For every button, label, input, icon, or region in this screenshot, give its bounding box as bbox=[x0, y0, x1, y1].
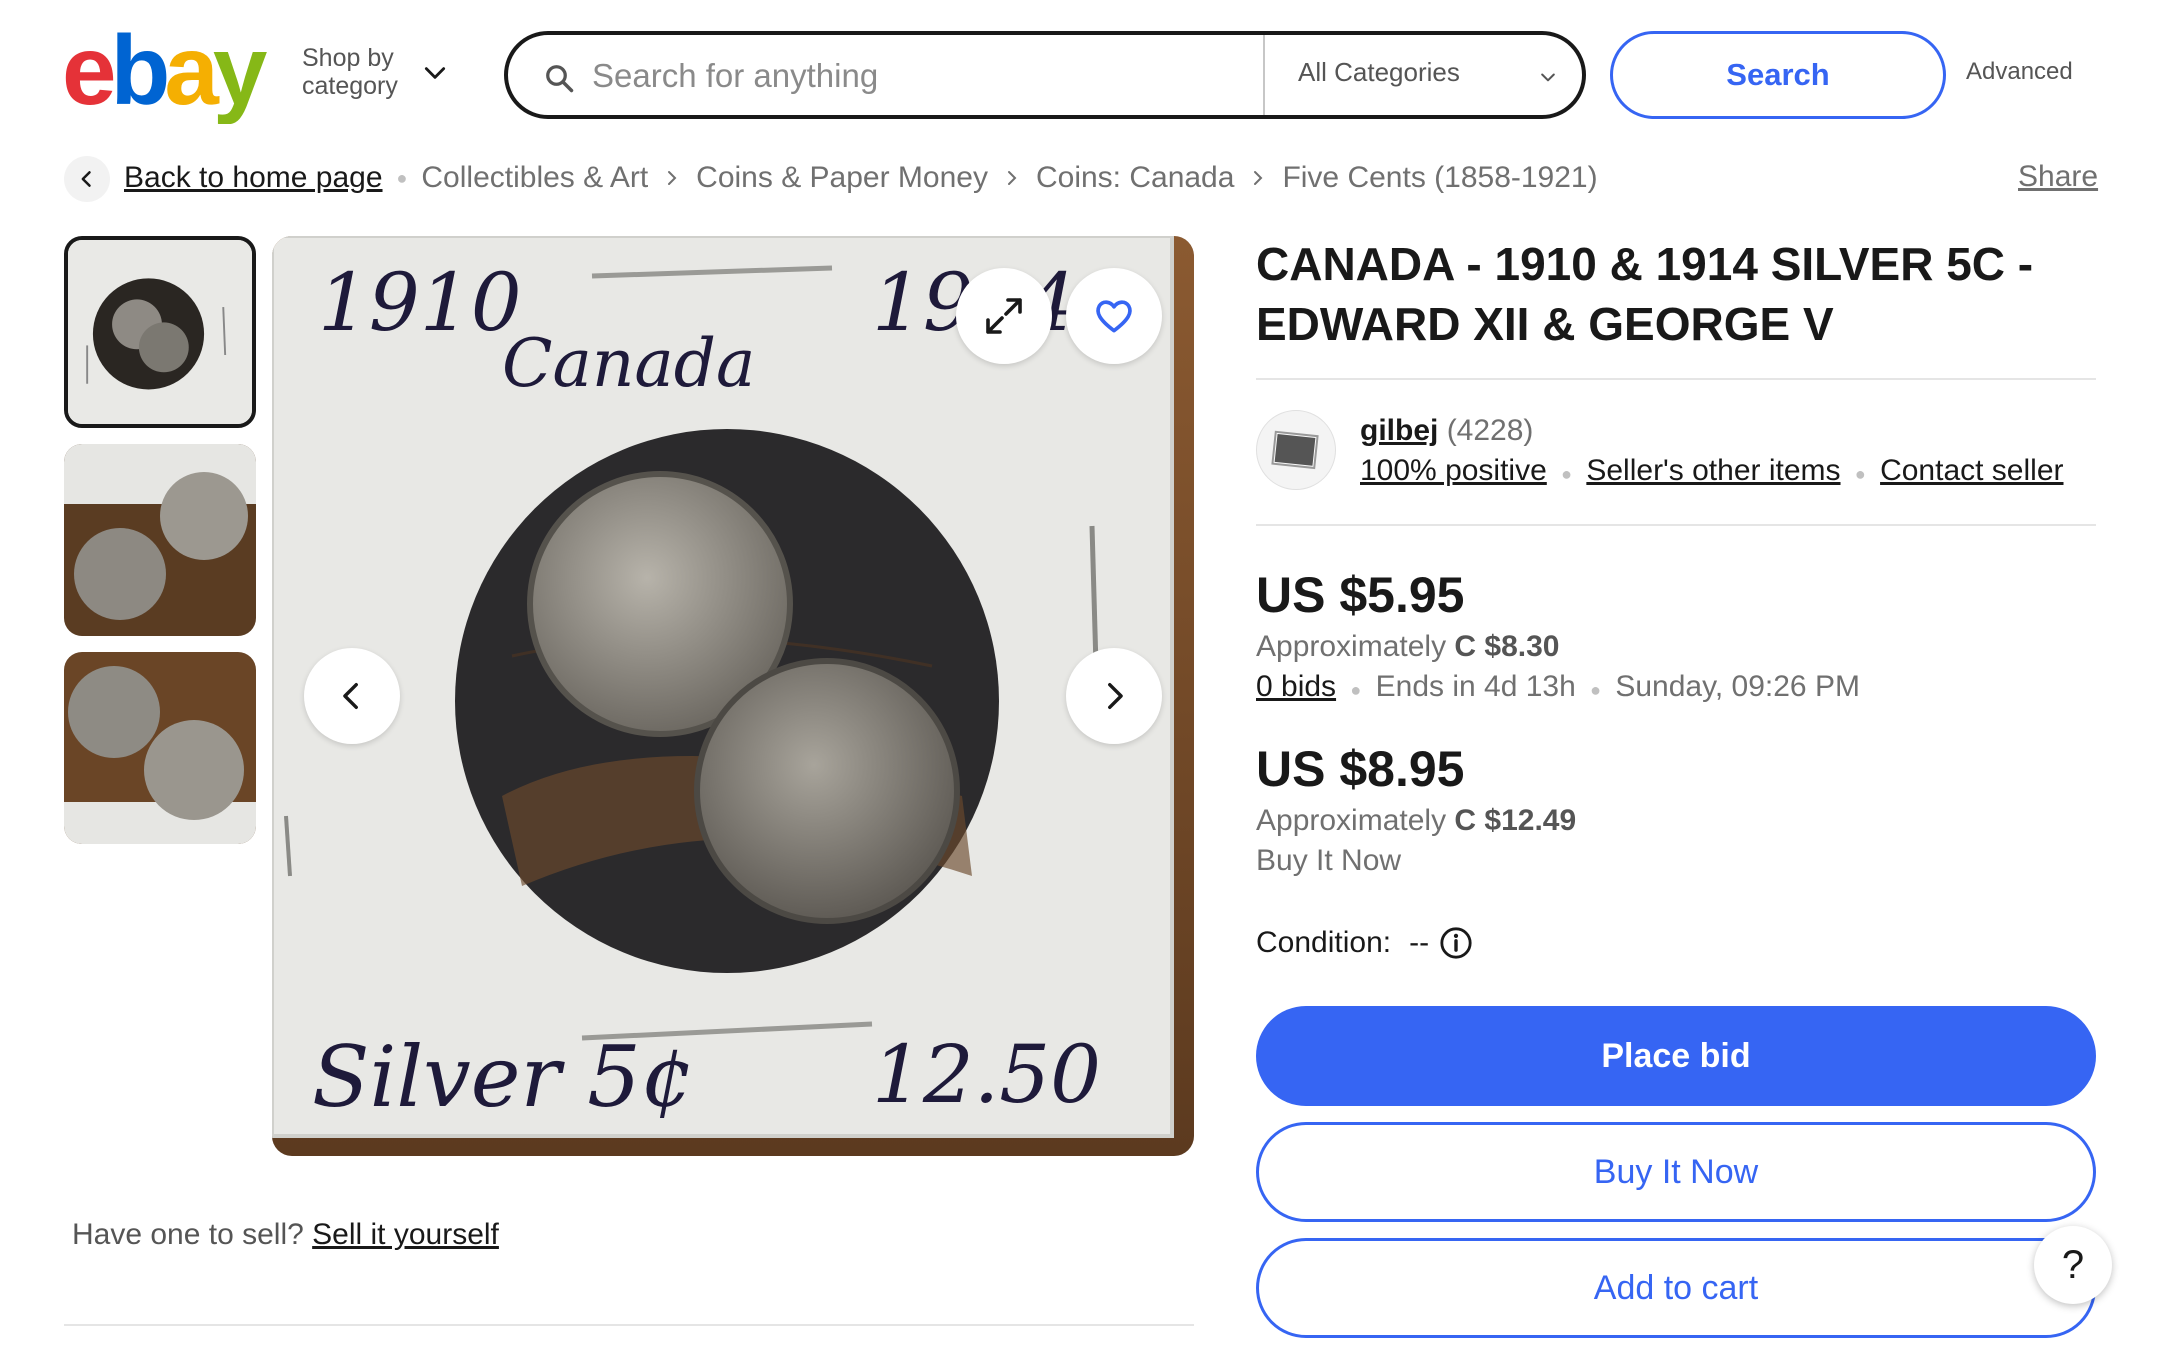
ebay-logo[interactable]: ebay bbox=[62, 15, 302, 125]
approx-label: Approximately bbox=[1256, 804, 1447, 837]
search-divider bbox=[1263, 35, 1265, 115]
condition-value: -- bbox=[1409, 926, 1430, 959]
feedback-count: (4228) bbox=[1446, 414, 1534, 447]
breadcrumb-item[interactable]: Five Cents (1858-1921) bbox=[1282, 161, 1597, 195]
advanced-search-link[interactable]: Advanced bbox=[1966, 58, 2073, 86]
photo-placeholder-icon bbox=[1271, 430, 1319, 470]
sell-it-yourself-link[interactable]: Sell it yourself bbox=[312, 1218, 499, 1251]
buy-it-now-label: Buy It Now bbox=[1256, 844, 1402, 877]
current-bid-price: US $5.95 bbox=[1256, 567, 1465, 623]
chevron-right-icon bbox=[1108, 682, 1123, 710]
chevron-right-icon bbox=[1254, 171, 1263, 185]
info-icon[interactable] bbox=[1439, 926, 1473, 960]
handwritten-year-left: 1910 bbox=[318, 256, 522, 349]
thumbnail-2[interactable] bbox=[64, 444, 256, 636]
approx-value: C $12.49 bbox=[1454, 804, 1577, 837]
buy-it-now-price: US $8.95 bbox=[1256, 741, 1465, 797]
divider bbox=[1256, 524, 2096, 526]
search-bar: All Categories bbox=[504, 31, 1586, 119]
approx-value: C $8.30 bbox=[1454, 630, 1560, 663]
shop-by-category-button[interactable]: Shop by category bbox=[302, 44, 446, 100]
coins-reverse-thumbnail-image bbox=[64, 652, 256, 844]
separator-dot: ● bbox=[1854, 464, 1866, 484]
handwritten-price: 12.50 bbox=[872, 1028, 1101, 1121]
thumbnail-1[interactable] bbox=[64, 236, 256, 428]
seller-info: gilbej (4228) bbox=[1360, 414, 1533, 448]
add-to-cart-button[interactable]: Add to cart bbox=[1256, 1238, 2096, 1338]
shop-by-label: Shop by bbox=[302, 44, 394, 72]
bid-approx-price: Approximately C $8.30 bbox=[1256, 630, 1560, 664]
chevron-down-icon[interactable] bbox=[1538, 67, 1558, 87]
buy-it-now-button[interactable]: Buy It Now bbox=[1256, 1122, 2096, 1222]
chevron-down-icon bbox=[424, 67, 446, 79]
place-bid-button[interactable]: Place bid bbox=[1256, 1006, 2096, 1106]
watchlist-button[interactable] bbox=[1066, 268, 1162, 364]
contact-seller-link[interactable]: Contact seller bbox=[1880, 454, 2063, 487]
chevron-right-icon bbox=[1007, 171, 1017, 185]
back-button[interactable] bbox=[64, 156, 110, 202]
listing-title: CANADA - 1910 & 1914 SILVER 5C - EDWARD … bbox=[1256, 238, 2034, 350]
coin-holder-thumbnail-image bbox=[68, 240, 252, 424]
expand-image-button[interactable] bbox=[956, 268, 1052, 364]
svg-text:ebay: ebay bbox=[62, 24, 267, 124]
breadcrumb-item[interactable]: Coins: Canada bbox=[1036, 161, 1234, 195]
breadcrumb: Back to home page ● Collectibles & Art C… bbox=[124, 160, 1598, 196]
share-link[interactable]: Share bbox=[2018, 160, 2098, 194]
search-button[interactable]: Search bbox=[1610, 31, 1946, 119]
separator-dot: ● bbox=[1561, 464, 1573, 484]
search-icon bbox=[546, 65, 574, 93]
positive-feedback-link[interactable]: 100% positive bbox=[1360, 454, 1547, 487]
handwritten-silver-label: Silver 5¢ bbox=[312, 1028, 694, 1126]
category-label: category bbox=[302, 72, 398, 100]
seller-name-link[interactable]: gilbej bbox=[1360, 414, 1438, 447]
handwritten-country: Canada bbox=[502, 325, 755, 402]
separator-dot: ● bbox=[1590, 680, 1601, 700]
sellers-other-items-link[interactable]: Seller's other items bbox=[1586, 454, 1840, 487]
condition-label: Condition: bbox=[1256, 926, 1392, 959]
ends-in-text: Ends in 4d 13h bbox=[1375, 670, 1576, 703]
chevron-right-icon bbox=[668, 171, 677, 185]
back-to-home-link[interactable]: Back to home page bbox=[124, 161, 383, 195]
breadcrumb-item[interactable]: Coins & Paper Money bbox=[696, 161, 988, 195]
separator-dot: ● bbox=[396, 167, 408, 188]
bin-approx-price: Approximately C $12.49 bbox=[1256, 804, 1576, 838]
chevron-left-icon bbox=[81, 171, 91, 187]
coin-holder-photo: 1910 1914 Canada Silver 5¢ 12.50 bbox=[272, 236, 1194, 1156]
heart-icon bbox=[1096, 300, 1132, 333]
divider bbox=[64, 1324, 1194, 1326]
chevron-left-icon bbox=[343, 682, 358, 710]
category-select[interactable]: All Categories bbox=[1298, 57, 1460, 88]
bid-info: 0 bids ● Ends in 4d 13h ● Sunday, 09:26 … bbox=[1256, 670, 1860, 704]
sell-prompt: Have one to sell? Sell it yourself bbox=[72, 1218, 499, 1252]
previous-image-button[interactable] bbox=[304, 648, 400, 744]
divider bbox=[1256, 378, 2096, 380]
condition-row: Condition: -- bbox=[1256, 926, 1473, 960]
seller-links: 100% positive ● Seller's other items ● C… bbox=[1360, 454, 2064, 488]
help-button[interactable]: ? bbox=[2034, 1226, 2112, 1304]
breadcrumb-item[interactable]: Collectibles & Art bbox=[421, 161, 648, 195]
expand-icon bbox=[986, 298, 1022, 334]
separator-dot: ● bbox=[1350, 680, 1362, 700]
end-time-text: Sunday, 09:26 PM bbox=[1615, 670, 1860, 703]
search-input[interactable] bbox=[592, 53, 1212, 99]
next-image-button[interactable] bbox=[1066, 648, 1162, 744]
thumbnail-3[interactable] bbox=[64, 652, 256, 844]
sell-prompt-text: Have one to sell? bbox=[72, 1218, 304, 1251]
ebay-logo-mark: ebay bbox=[62, 15, 273, 125]
seller-avatar[interactable] bbox=[1256, 410, 1336, 490]
bids-count-link[interactable]: 0 bids bbox=[1256, 670, 1336, 703]
coins-closeup-thumbnail-image bbox=[64, 444, 256, 636]
main-product-image[interactable]: 1910 1914 Canada Silver 5¢ 12.50 bbox=[272, 236, 1194, 1156]
approx-label: Approximately bbox=[1256, 630, 1447, 663]
